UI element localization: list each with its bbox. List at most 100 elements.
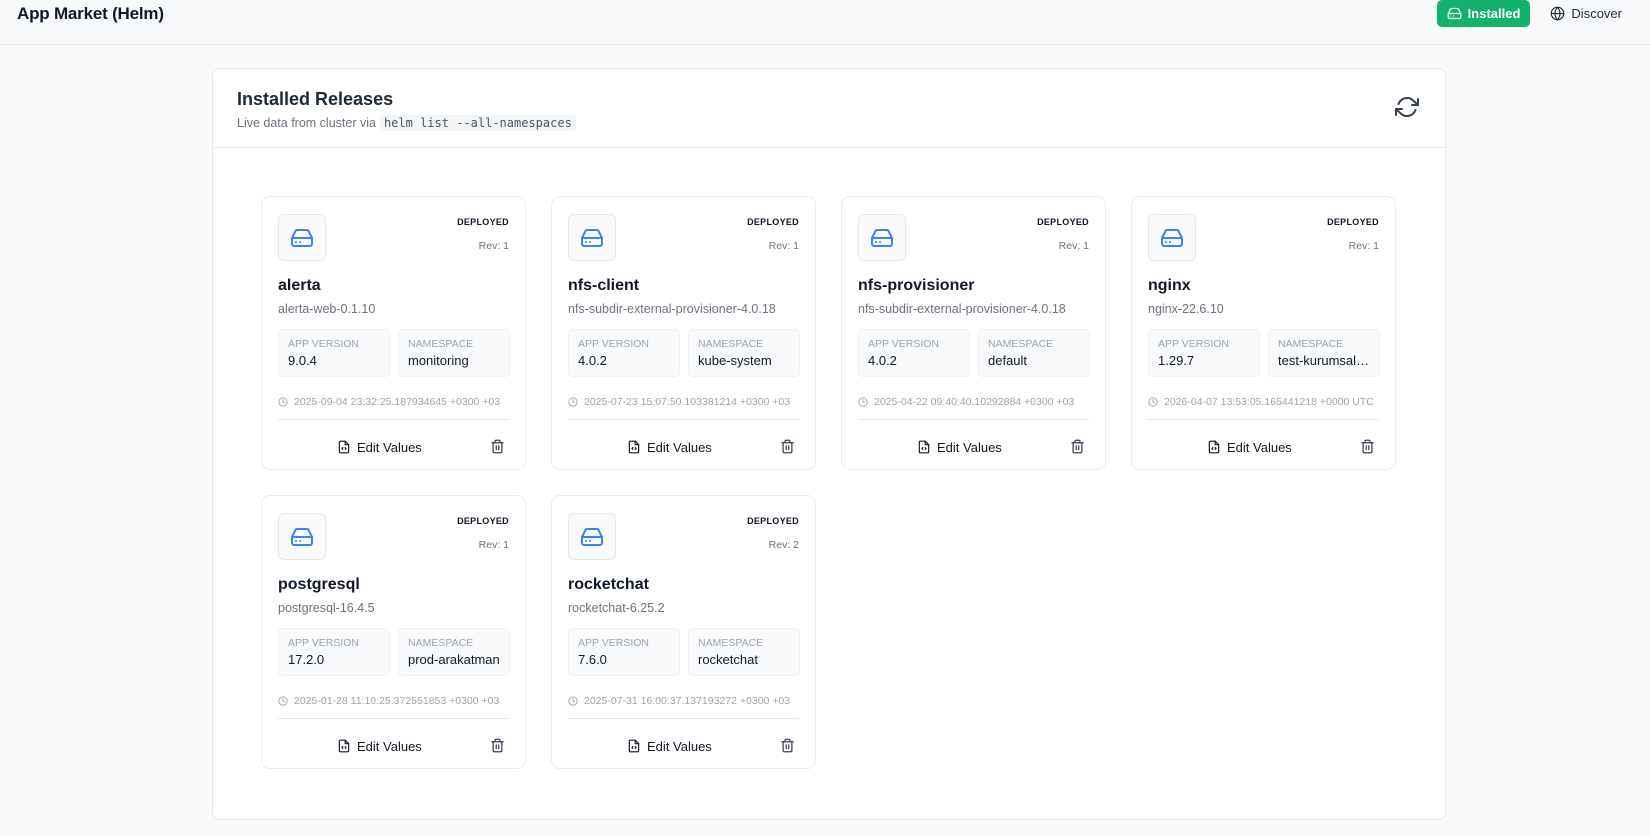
namespace-value: prod-arakatman	[408, 652, 500, 667]
release-card: DEPLOYED Rev: 1 postgresql postgresql-16…	[261, 495, 526, 769]
edit-values-label: Edit Values	[937, 439, 1002, 455]
app-version-label: APP VERSION	[1158, 338, 1229, 350]
panel-subtitle-text: Live data from cluster via	[237, 116, 376, 130]
delete-release-button[interactable]	[1360, 439, 1375, 455]
release-icon-box	[278, 513, 326, 560]
status-badge: DEPLOYED	[457, 217, 509, 227]
panel-title: Installed Releases	[237, 89, 394, 109]
hard-drive-icon	[1161, 228, 1183, 247]
namespace-value: rocketchat	[698, 652, 758, 667]
delete-release-button[interactable]	[1070, 439, 1085, 455]
delete-release-button[interactable]	[780, 439, 795, 455]
trash-icon	[781, 738, 794, 753]
edit-values-label: Edit Values	[357, 439, 422, 455]
nav-installed-button[interactable]: Installed	[1436, 0, 1531, 27]
namespace-box: NAMESPACE rocketchat	[688, 628, 800, 676]
delete-release-button[interactable]	[490, 439, 505, 455]
edit-values-button[interactable]: Edit Values	[627, 736, 712, 756]
delete-release-button[interactable]	[490, 738, 505, 754]
edit-values-button[interactable]: Edit Values	[627, 437, 712, 457]
release-card: DEPLOYED Rev: 1 alerta alerta-web-0.1.10…	[261, 196, 526, 470]
card-divider	[278, 718, 509, 719]
release-name: alerta	[278, 277, 321, 294]
edit-values-button[interactable]: Edit Values	[1207, 437, 1292, 457]
namespace-box: NAMESPACE kube-system	[688, 329, 800, 377]
release-card: DEPLOYED Rev: 2 rocketchat rocketchat-6.…	[551, 495, 816, 769]
namespace-box: NAMESPACE default	[978, 329, 1090, 377]
release-icon-box	[568, 214, 616, 261]
edit-values-button[interactable]: Edit Values	[337, 437, 422, 457]
revision-label: Rev: 1	[478, 240, 509, 252]
updated-text: 2025-07-31 16:00:37.137193272 +0300 +03	[584, 695, 791, 707]
app-version-label: APP VERSION	[578, 338, 649, 350]
installed-releases-panel: Installed Releases Live data from cluste…	[212, 68, 1446, 820]
release-name: nfs-provisioner	[858, 277, 975, 294]
chart-name: postgresql-16.4.5	[278, 601, 375, 615]
card-divider	[568, 718, 799, 719]
app-version-box: APP VERSION 1.29.7	[1148, 329, 1260, 377]
app-version-label: APP VERSION	[288, 338, 359, 350]
updated-text: 2025-04-22 09:40:40.10292884 +0300 +03	[874, 396, 1075, 408]
app-version-value: 9.0.4	[288, 353, 317, 368]
refresh-button[interactable]	[1395, 95, 1419, 119]
app-version-box: APP VERSION 9.0.4	[278, 329, 390, 377]
app-version-box: APP VERSION 4.0.2	[858, 329, 970, 377]
status-badge: DEPLOYED	[457, 516, 509, 526]
release-icon-box	[278, 214, 326, 261]
updated-text: 2025-09-04 23:32:25.187934645 +0300 +03	[294, 396, 501, 408]
updated-timestamp: 2025-07-23 15:07:50.103381214 +0300 +03	[568, 396, 801, 408]
updated-timestamp: 2026-04-07 13:53:05.165441218 +0000 UTC	[1148, 396, 1381, 408]
app-version-value: 7.6.0	[578, 652, 607, 667]
release-name: postgresql	[278, 576, 360, 593]
nav-discover-button[interactable]: Discover	[1540, 0, 1632, 27]
card-divider	[858, 419, 1089, 420]
revision-label: Rev: 1	[1058, 240, 1089, 252]
clock-icon	[1148, 397, 1158, 407]
namespace-value: kube-system	[698, 353, 772, 368]
app-version-label: APP VERSION	[578, 637, 649, 649]
namespace-value: test-kurumsal-portal	[1278, 353, 1370, 368]
release-card: DEPLOYED Rev: 1 nfs-client nfs-subdir-ex…	[551, 196, 816, 470]
app-version-value: 4.0.2	[578, 353, 607, 368]
updated-timestamp: 2025-01-28 11:10:25.372551853 +0300 +03	[278, 695, 511, 707]
release-name: nginx	[1148, 277, 1191, 294]
nav-discover-label: Discover	[1571, 6, 1622, 21]
chart-name: alerta-web-0.1.10	[278, 302, 376, 316]
hard-drive-icon	[871, 228, 893, 247]
card-divider	[278, 419, 509, 420]
chart-name: rocketchat-6.25.2	[568, 601, 665, 615]
release-icon-box	[568, 513, 616, 560]
app-version-box: APP VERSION 4.0.2	[568, 329, 680, 377]
status-badge: DEPLOYED	[1327, 217, 1379, 227]
clock-icon	[568, 397, 578, 407]
updated-timestamp: 2025-09-04 23:32:25.187934645 +0300 +03	[278, 396, 511, 408]
app-version-value: 1.29.7	[1158, 353, 1195, 368]
updated-text: 2025-07-23 15:07:50.103381214 +0300 +03	[584, 396, 791, 408]
trash-icon	[1361, 439, 1374, 454]
namespace-label: NAMESPACE	[408, 338, 474, 350]
namespace-value: default	[988, 353, 1028, 368]
updated-text: 2026-04-07 13:53:05.165441218 +0000 UTC	[1164, 396, 1374, 408]
namespace-label: NAMESPACE	[1278, 338, 1344, 350]
card-divider	[1148, 419, 1379, 420]
edit-values-button[interactable]: Edit Values	[337, 736, 422, 756]
panel-header: Installed Releases Live data from cluste…	[213, 69, 1445, 148]
namespace-label: NAMESPACE	[408, 637, 474, 649]
clock-icon	[278, 696, 288, 706]
edit-values-button[interactable]: Edit Values	[917, 437, 1002, 457]
edit-values-label: Edit Values	[357, 738, 422, 754]
clock-icon	[568, 696, 578, 706]
revision-label: Rev: 1	[478, 539, 509, 551]
file-code-icon	[1208, 440, 1220, 454]
updated-timestamp: 2025-07-31 16:00:37.137193272 +0300 +03	[568, 695, 801, 707]
delete-release-button[interactable]	[780, 738, 795, 754]
trash-icon	[491, 439, 504, 454]
release-icon-box	[1148, 214, 1196, 261]
nav-installed-label: Installed	[1467, 6, 1521, 21]
namespace-box: NAMESPACE monitoring	[398, 329, 510, 377]
edit-values-label: Edit Values	[1227, 439, 1292, 455]
app-version-label: APP VERSION	[868, 338, 939, 350]
trash-icon	[1071, 439, 1084, 454]
chart-name: nginx-22.6.10	[1148, 302, 1224, 316]
app-version-box: APP VERSION 7.6.0	[568, 628, 680, 676]
